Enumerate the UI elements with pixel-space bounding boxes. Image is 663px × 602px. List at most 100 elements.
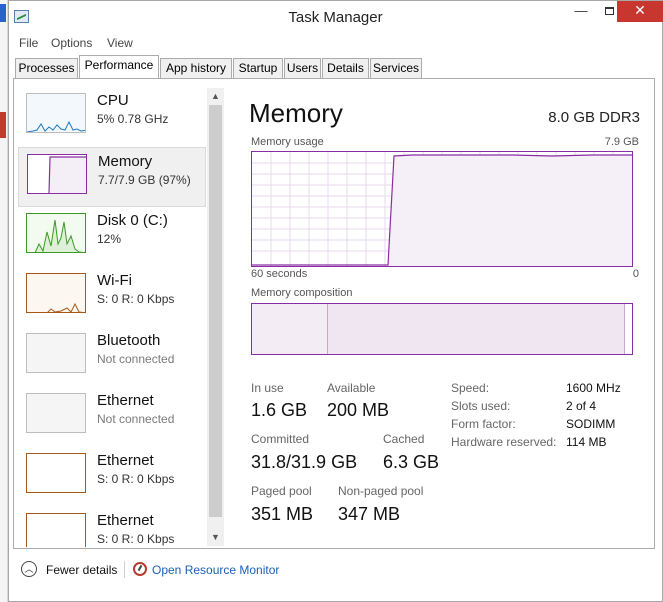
tab-users[interactable]: Users: [284, 58, 321, 78]
resource-item-disk[interactable]: Disk 0 (C:) 12%: [18, 207, 206, 267]
resource-summary: S: 0 R: 0 Kbps: [97, 292, 175, 306]
hardware-reserved-value: 114 MB: [566, 435, 607, 449]
resource-item-memory[interactable]: Memory 7.7/7.9 GB (97%): [18, 147, 206, 207]
in-use-label: In use: [251, 381, 284, 395]
resource-graph-bluetooth: [26, 333, 86, 373]
resource-summary: S: 0 R: 0 Kbps: [97, 472, 175, 486]
menu-view[interactable]: View: [107, 36, 133, 50]
footer-divider: [124, 561, 125, 578]
tab-strip: Processes Performance App history Startu…: [13, 55, 653, 78]
form-factor-label: Form factor:: [451, 417, 516, 431]
resource-list: CPU 5% 0.78 GHz Memory 7.7/7.9 GB (97%): [18, 87, 206, 547]
composition-standby[interactable]: [625, 304, 632, 354]
background-fragment: [0, 112, 6, 138]
open-resource-monitor-link[interactable]: Open Resource Monitor: [152, 563, 279, 577]
slots-value: 2 of 4: [566, 399, 597, 413]
scroll-up-icon[interactable]: ▲: [207, 88, 224, 105]
hardware-reserved-label: Hardware reserved:: [451, 435, 557, 449]
cpu-sparkline: [27, 94, 85, 132]
resource-name: Wi-Fi: [97, 272, 132, 289]
task-manager-window: Task Manager — ✕ File Options View Proce…: [8, 0, 663, 602]
usage-chart-label: Memory usage: [251, 136, 324, 148]
resource-name: CPU: [97, 92, 129, 109]
maximize-icon: [604, 7, 614, 15]
background-fragment: [0, 4, 6, 22]
non-paged-pool-value: 347 MB: [338, 504, 401, 524]
tab-services[interactable]: Services: [370, 58, 422, 78]
cached-value: 6.3 GB: [383, 452, 440, 472]
paged-pool-label: Paged pool: [251, 484, 312, 498]
disk-sparkline: [27, 214, 85, 252]
memory-usage-graph: [251, 151, 633, 267]
resource-graph-disk: [26, 213, 86, 253]
resource-list-scrollbar[interactable]: ▲ ▼: [207, 88, 224, 546]
memory-sparkline: [28, 155, 86, 193]
non-paged-pool-label: Non-paged pool: [338, 484, 424, 498]
resource-name: Disk 0 (C:): [97, 212, 168, 229]
tab-startup[interactable]: Startup: [233, 58, 283, 78]
resource-graph-memory: [27, 154, 87, 194]
resource-name: Memory: [98, 153, 153, 170]
scroll-thumb[interactable]: [209, 105, 222, 517]
slots-label: Slots used:: [451, 399, 511, 413]
memory-spec: 8.0 GB DDR3: [548, 109, 640, 126]
resource-name: Ethernet: [97, 512, 154, 529]
resource-summary: 5% 0.78 GHz: [97, 112, 169, 126]
close-button[interactable]: ✕: [617, 1, 663, 22]
resource-graph-ethernet: [26, 513, 86, 547]
composition-label: Memory composition: [251, 287, 353, 299]
committed-value: 31.8/31.9 GB: [251, 452, 358, 472]
menu-bar: File Options View: [9, 34, 662, 54]
resource-graph-wifi: [26, 273, 86, 313]
resource-graph-cpu: [26, 93, 86, 133]
resource-name: Ethernet: [97, 392, 154, 409]
paged-pool-value: 351 MB: [251, 504, 314, 524]
cached-label: Cached: [383, 432, 425, 446]
fewer-details-button[interactable]: Fewer details: [46, 563, 117, 577]
chevron-up-icon[interactable]: ︿: [21, 561, 37, 577]
in-use-value: 1.6 GB: [251, 400, 308, 420]
resource-item-bluetooth[interactable]: Bluetooth Not connected: [18, 327, 206, 387]
title-bar[interactable]: Task Manager — ✕: [9, 1, 663, 34]
resource-item-ethernet-3[interactable]: Ethernet S: 0 R: 0 Kbps: [18, 507, 206, 547]
resource-item-ethernet-2[interactable]: Ethernet S: 0 R: 0 Kbps: [18, 447, 206, 507]
minimize-button[interactable]: —: [567, 1, 595, 22]
composition-in-use[interactable]: [252, 304, 328, 354]
time-axis-end: 0: [632, 268, 639, 280]
memory-composition-bar[interactable]: [251, 303, 633, 355]
available-value: 200 MB: [327, 400, 390, 420]
window-title: Task Manager: [288, 9, 383, 26]
resource-monitor-icon[interactable]: [133, 562, 147, 576]
committed-label: Committed: [251, 432, 310, 446]
menu-options[interactable]: Options: [51, 36, 92, 50]
resource-item-cpu[interactable]: CPU 5% 0.78 GHz: [18, 87, 206, 147]
tab-app-history[interactable]: App history: [160, 58, 232, 78]
speed-value: 1600 MHz: [566, 381, 621, 395]
form-factor-value: SODIMM: [566, 417, 616, 431]
tab-details[interactable]: Details: [322, 58, 369, 78]
composition-modified[interactable]: [328, 304, 625, 354]
tab-processes[interactable]: Processes: [15, 58, 78, 78]
resource-item-ethernet-1[interactable]: Ethernet Not connected: [18, 387, 206, 447]
detail-title: Memory: [249, 98, 343, 128]
resource-graph-ethernet: [26, 393, 86, 433]
resource-summary: Not connected: [97, 352, 175, 366]
resource-graph-ethernet: [26, 453, 86, 493]
menu-file[interactable]: File: [19, 36, 38, 50]
performance-panel: CPU 5% 0.78 GHz Memory 7.7/7.9 GB (97%): [13, 79, 655, 549]
tab-performance[interactable]: Performance: [79, 55, 159, 78]
speed-label: Speed:: [451, 381, 490, 395]
resource-name: Bluetooth: [97, 332, 161, 349]
resource-item-wifi[interactable]: Wi-Fi S: 0 R: 0 Kbps: [18, 267, 206, 327]
resource-name: Ethernet: [97, 452, 154, 469]
usage-chart-max: 7.9 GB: [604, 136, 639, 148]
resource-summary: S: 0 R: 0 Kbps: [97, 532, 175, 546]
resource-summary: 12%: [97, 232, 122, 246]
scroll-down-icon[interactable]: ▼: [207, 529, 224, 546]
footer-bar: ︿ Fewer details Open Resource Monitor: [9, 552, 662, 586]
memory-usage-plot: [252, 152, 632, 266]
wifi-sparkline: [27, 274, 85, 312]
resource-summary: 7.7/7.9 GB (97%): [98, 173, 191, 187]
available-label: Available: [327, 381, 376, 395]
time-axis-start: 60 seconds: [251, 268, 308, 280]
